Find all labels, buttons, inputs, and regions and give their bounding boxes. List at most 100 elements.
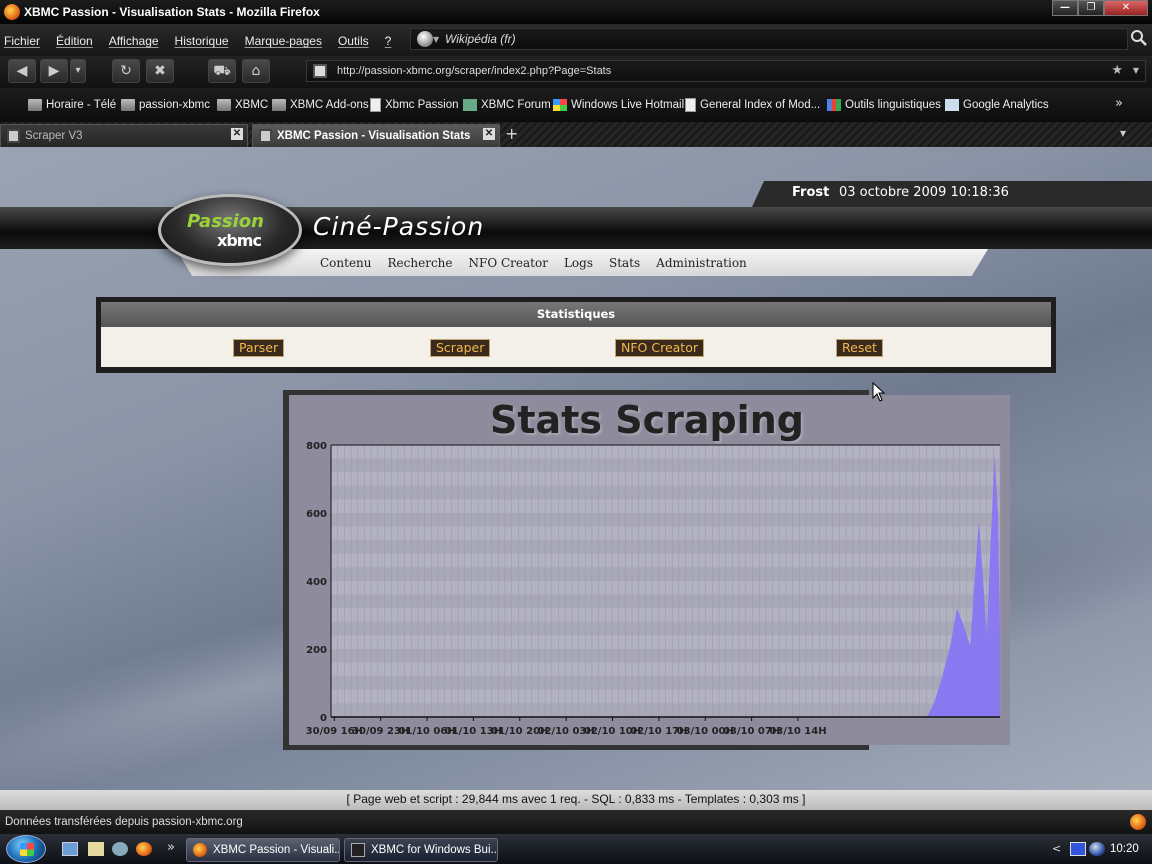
- page-icon: [370, 98, 381, 112]
- stats-panel: Statistiques: [96, 297, 1056, 373]
- windows-icon: [553, 99, 567, 111]
- taskbar-item-label: XBMC Passion - Visuali...: [213, 844, 340, 856]
- bookmark-label: Windows Live Hotmail: [571, 99, 685, 111]
- bookmark-item[interactable]: passion-xbmc: [121, 97, 210, 113]
- y-tick-label: 400: [306, 577, 327, 588]
- tab-scraper-v3[interactable]: Scraper V3 ✕: [0, 124, 248, 147]
- page-icon: [685, 98, 696, 112]
- nfo-creator-button[interactable]: NFO Creator: [615, 339, 704, 357]
- url-dropdown-icon[interactable]: ▼: [1133, 66, 1139, 75]
- bookmark-item[interactable]: Xbmc Passion: [370, 97, 459, 113]
- bookmark-item[interactable]: Google Analytics: [945, 97, 1049, 113]
- bookmark-item[interactable]: XBMC Add-ons: [272, 97, 369, 113]
- menu-outils[interactable]: Outils: [338, 34, 369, 48]
- stats-chart: Stats Scraping 0 200 400 600 800 30/09 16H 30/…: [283, 390, 1011, 750]
- console-icon: [351, 843, 365, 857]
- forward-button[interactable]: ▶: [40, 59, 68, 83]
- site-name: Ciné-Passion: [313, 212, 485, 241]
- start-button[interactable]: [6, 835, 46, 863]
- bookmark-item[interactable]: Windows Live Hotmail: [553, 97, 684, 113]
- minimize-button[interactable]: —: [1052, 0, 1078, 16]
- current-datetime: 03 octobre 2009 10:18:36: [839, 185, 1009, 200]
- bookmark-item[interactable]: General Index of Mod...: [685, 97, 820, 113]
- search-engine-icon[interactable]: [417, 31, 433, 47]
- taskbar-clock: 10:20: [1110, 843, 1139, 855]
- tab-list-button[interactable]: ▾: [1120, 126, 1146, 142]
- tab-visualisation-stats[interactable]: XBMC Passion - Visualisation Stats ✕: [252, 124, 500, 147]
- nav-recherche[interactable]: Recherche: [388, 256, 453, 270]
- quicklaunch-overflow-icon[interactable]: »: [167, 840, 175, 855]
- bookmark-label: Horaire - Télé: [46, 99, 117, 111]
- bookmark-item[interactable]: XBMC Forum: [463, 97, 551, 113]
- y-tick-label: 0: [320, 713, 327, 724]
- taskbar-item-label: XBMC for Windows Bui...: [371, 844, 498, 856]
- network-tray-icon[interactable]: [1089, 842, 1105, 856]
- new-tab-button[interactable]: +: [505, 124, 518, 143]
- nav-stats[interactable]: Stats: [609, 256, 640, 270]
- bookmark-item[interactable]: Outils linguistiques: [827, 97, 941, 113]
- y-tick-label: 200: [306, 645, 327, 656]
- xbmc-icon: [463, 99, 477, 111]
- bookmark-item[interactable]: Horaire - Télé: [28, 97, 116, 113]
- bookmark-label: passion-xbmc: [139, 99, 210, 111]
- scraper-button[interactable]: Scraper: [430, 339, 491, 357]
- windows-flag-icon: [20, 843, 34, 856]
- bookmark-star-icon[interactable]: ★: [1111, 63, 1123, 78]
- url-text[interactable]: http://passion-xbmc.org/scraper/index2.p…: [337, 65, 611, 77]
- menu-items: Fichier Édition Affichage Historique Mar…: [4, 34, 407, 48]
- nav-contenu[interactable]: Contenu: [320, 256, 372, 270]
- folder-icon: [217, 99, 231, 111]
- tray-app-icon[interactable]: [1070, 842, 1086, 856]
- home-button[interactable]: ⌂: [242, 59, 270, 83]
- bookmark-label: Outils linguistiques: [845, 99, 941, 111]
- analytics-icon: [945, 99, 959, 111]
- history-dropdown[interactable]: ▾: [70, 59, 86, 83]
- stop-button[interactable]: ✖: [146, 59, 174, 83]
- bookmark-item[interactable]: XBMC: [217, 97, 268, 113]
- show-desktop-icon[interactable]: [62, 842, 78, 856]
- window-title: XBMC Passion - Visualisation Stats - Moz…: [24, 5, 320, 19]
- tab-close-icon[interactable]: ✕: [231, 128, 243, 140]
- firefox-quicklaunch-icon[interactable]: [136, 842, 152, 856]
- firefox-icon: [193, 843, 207, 857]
- print-button[interactable]: ⛟: [208, 59, 236, 83]
- tab-close-icon[interactable]: ✕: [483, 128, 495, 140]
- menu-affichage[interactable]: Affichage: [109, 34, 159, 48]
- firefox-status-icon[interactable]: [1130, 814, 1146, 830]
- bookmark-label: XBMC Add-ons: [290, 99, 369, 111]
- menu-fichier[interactable]: Fichier: [4, 34, 40, 48]
- logo-text-bottom: xbmc: [217, 231, 262, 250]
- nav-administration[interactable]: Administration: [656, 256, 747, 270]
- url-bar[interactable]: http://passion-xbmc.org/scraper/index2.p…: [306, 60, 1146, 82]
- notepad-icon[interactable]: [88, 842, 104, 856]
- menu-help[interactable]: ?: [385, 34, 392, 48]
- bookmark-label: XBMC: [235, 99, 269, 111]
- menu-historique[interactable]: Historique: [175, 34, 229, 48]
- taskbar-item-firefox[interactable]: XBMC Passion - Visuali...: [186, 838, 340, 862]
- y-tick-label: 600: [306, 509, 327, 520]
- x-tick-label: 03/10 14H: [769, 726, 826, 737]
- site-nav: Contenu Recherche NFO Creator Logs Stats…: [320, 256, 763, 270]
- chevron-down-icon[interactable]: ▼: [433, 35, 439, 44]
- parser-button[interactable]: Parser: [233, 339, 285, 357]
- network-icon[interactable]: [112, 842, 128, 856]
- nav-logs[interactable]: Logs: [564, 256, 593, 270]
- page-footer: [ Page web et script : 29,844 ms avec 1 …: [0, 790, 1152, 810]
- close-button[interactable]: ✕: [1104, 0, 1148, 16]
- search-input[interactable]: ▼ Wikipédia (fr): [410, 28, 1128, 50]
- maximize-button[interactable]: ❐: [1078, 0, 1104, 16]
- search-icon[interactable]: [1130, 29, 1148, 47]
- y-tick-label: 800: [306, 441, 327, 452]
- bookmark-label: XBMC Forum: [481, 99, 551, 111]
- reset-button[interactable]: Reset: [836, 339, 883, 357]
- nav-nfo-creator[interactable]: NFO Creator: [469, 256, 548, 270]
- menu-edition[interactable]: Édition: [56, 34, 93, 48]
- taskbar-item-console[interactable]: XBMC for Windows Bui...: [344, 838, 498, 862]
- site-favicon-icon: [313, 64, 327, 78]
- bookmarks-overflow-icon[interactable]: »: [1115, 96, 1123, 111]
- back-button[interactable]: ◀: [8, 59, 36, 83]
- menu-marque-pages[interactable]: Marque-pages: [245, 34, 322, 48]
- tray-expand-icon[interactable]: <: [1052, 842, 1061, 855]
- reload-button[interactable]: ↻: [112, 59, 140, 83]
- passion-xbmc-logo[interactable]: Passion xbmc: [158, 194, 302, 266]
